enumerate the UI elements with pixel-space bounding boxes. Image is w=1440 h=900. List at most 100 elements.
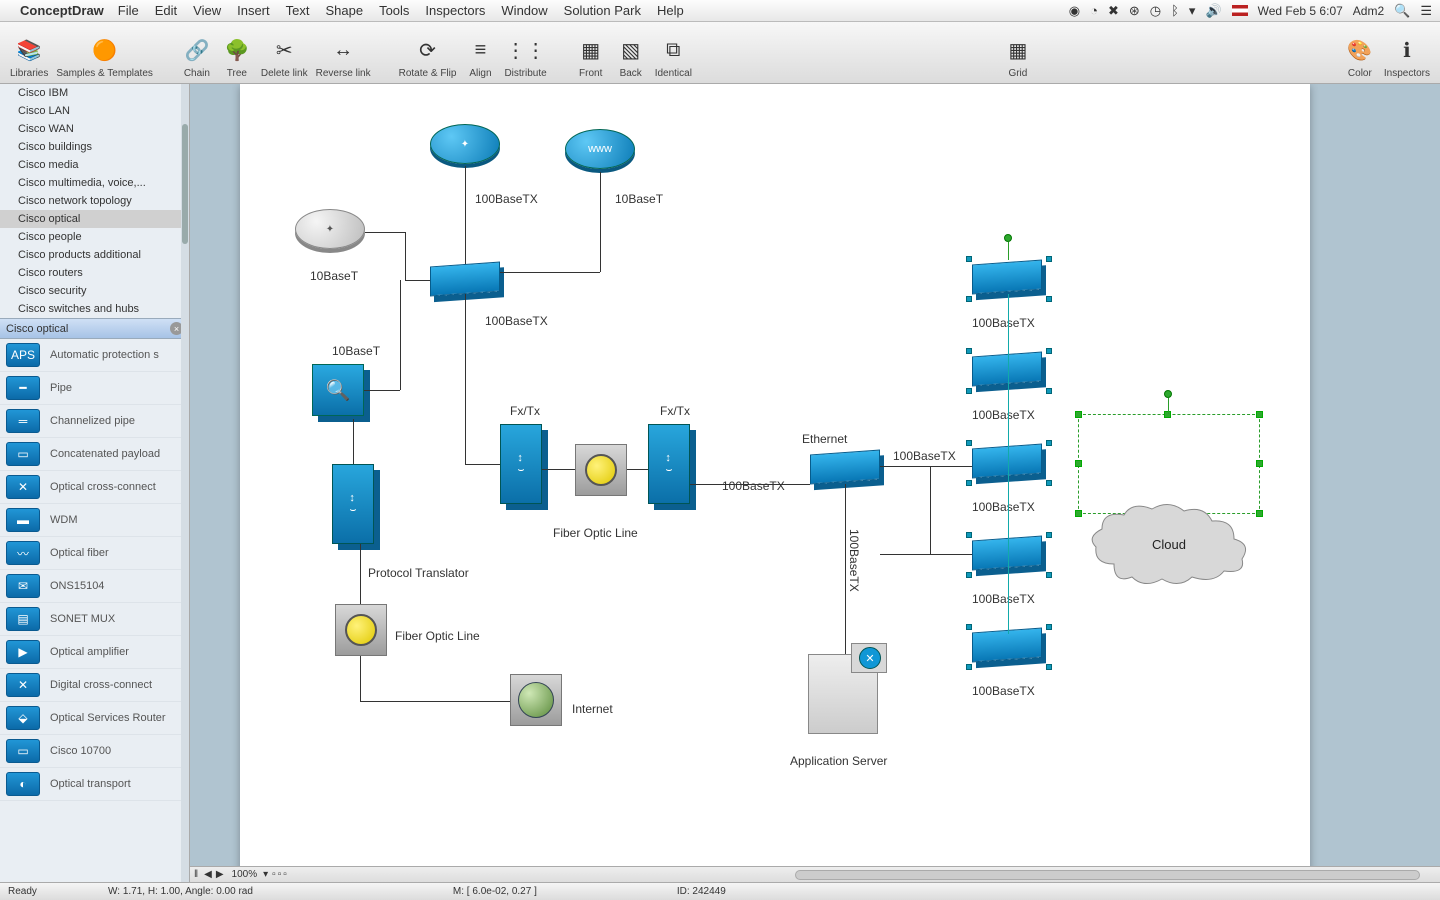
library-item[interactable]: Cisco media — [0, 156, 189, 174]
menu-text[interactable]: Text — [286, 3, 310, 18]
volume-icon[interactable]: 🔊 — [1205, 3, 1221, 19]
shape-item[interactable]: ━Pipe — [0, 372, 189, 405]
fiber-optic-shape[interactable] — [575, 444, 627, 496]
inspectors-button[interactable]: ℹInspectors — [1380, 32, 1434, 81]
library-item[interactable]: Cisco network topology — [0, 192, 189, 210]
spotlight-icon[interactable]: 🔍 — [1394, 3, 1410, 19]
shape-item[interactable]: ✉ONS15104 — [0, 570, 189, 603]
sidebar-scrollbar[interactable] — [181, 84, 189, 882]
status-icon[interactable]: ◔ — [1090, 3, 1098, 18]
fxtx-shape[interactable]: ↕⌣ — [648, 424, 690, 504]
grid-button[interactable]: ▦Grid — [998, 32, 1038, 81]
menu-shape[interactable]: Shape — [325, 3, 363, 18]
tree-button[interactable]: 🌳Tree — [217, 32, 257, 81]
fiber-optic-shape[interactable] — [335, 604, 387, 656]
status-icon[interactable]: ◉ — [1069, 3, 1080, 19]
zoom-level[interactable]: 100% — [226, 869, 264, 880]
distribute-button[interactable]: ⋮⋮Distribute — [500, 32, 550, 81]
status-icon[interactable]: ◷ — [1150, 3, 1161, 19]
switch-shape[interactable] — [430, 262, 500, 297]
router-gray-shape[interactable]: ✦ — [295, 209, 365, 249]
library-item[interactable]: Cisco security — [0, 282, 189, 300]
library-item[interactable]: Cisco WAN — [0, 120, 189, 138]
library-list[interactable]: Cisco IBM Cisco LAN Cisco WAN Cisco buil… — [0, 84, 189, 318]
shape-label: 100BaseTX — [972, 592, 1035, 606]
color-button[interactable]: 🎨Color — [1340, 32, 1380, 81]
menu-window[interactable]: Window — [501, 3, 547, 18]
cloud-shape[interactable]: Cloud — [1084, 499, 1254, 589]
library-item-selected[interactable]: Cisco optical — [0, 210, 189, 228]
application-server-shape[interactable]: ✕ — [808, 654, 878, 734]
wifi-icon[interactable]: ▾ — [1189, 3, 1196, 19]
status-icon[interactable]: ✖ — [1108, 3, 1119, 19]
protocol-translator-shape[interactable]: ↕⌣ — [332, 464, 374, 544]
identical-button[interactable]: ⧉Identical — [651, 32, 696, 81]
router-www-shape[interactable]: www — [565, 129, 635, 169]
menu-view[interactable]: View — [193, 3, 221, 18]
status-icon[interactable]: ⊛ — [1129, 3, 1140, 19]
shape-item[interactable]: ▤SONET MUX — [0, 603, 189, 636]
menubar: ConceptDraw File Edit View Insert Text S… — [0, 0, 1440, 22]
shape-item[interactable]: ▭Cisco 10700 — [0, 735, 189, 768]
notification-icon[interactable]: ☰ — [1420, 3, 1432, 19]
page[interactable]: ✦ 100BaseTX www 10BaseT ✦ 10BaseT 100Bas… — [240, 84, 1310, 882]
front-button[interactable]: ▦Front — [571, 32, 611, 81]
shape-item[interactable]: ✕Digital cross-connect — [0, 669, 189, 702]
shape-item[interactable]: APSAutomatic protection s — [0, 339, 189, 372]
shape-item[interactable]: ▭Concatenated payload — [0, 438, 189, 471]
menubar-datetime[interactable]: Wed Feb 5 6:07 — [1258, 4, 1343, 18]
menu-tools[interactable]: Tools — [379, 3, 409, 18]
switch-shape[interactable] — [972, 352, 1042, 387]
bluetooth-icon[interactable]: ᛒ — [1171, 3, 1179, 18]
shape-item[interactable]: 〰Optical fiber — [0, 537, 189, 570]
horizontal-scrollbar[interactable]: ‖ ◀▶ 100% ▾ ▫▫▫ — [190, 866, 1440, 882]
shape-item[interactable]: ═Channelized pipe — [0, 405, 189, 438]
reverse-link-button[interactable]: ↔Reverse link — [312, 32, 375, 81]
shape-item[interactable]: ▬WDM — [0, 504, 189, 537]
library-item[interactable]: Cisco multimedia, voice,... — [0, 174, 189, 192]
menu-inspectors[interactable]: Inspectors — [425, 3, 485, 18]
status-dimensions: W: 1.71, H: 1.00, Angle: 0.00 rad — [108, 886, 253, 897]
library-item[interactable]: Cisco buildings — [0, 138, 189, 156]
switch-shape[interactable] — [972, 260, 1042, 295]
menu-help[interactable]: Help — [657, 3, 684, 18]
shape-label: Fx/Tx — [660, 404, 690, 418]
library-item[interactable]: Cisco people — [0, 228, 189, 246]
menu-edit[interactable]: Edit — [155, 3, 177, 18]
delete-link-button[interactable]: ✂Delete link — [257, 32, 312, 81]
shape-list[interactable]: APSAutomatic protection s ━Pipe ═Channel… — [0, 339, 189, 882]
library-item[interactable]: Cisco products additional — [0, 246, 189, 264]
back-button[interactable]: ▧Back — [611, 32, 651, 81]
fxtx-shape[interactable]: ↕⌣ — [500, 424, 542, 504]
canvas-area[interactable]: ✦ 100BaseTX www 10BaseT ✦ 10BaseT 100Bas… — [190, 84, 1440, 882]
menubar-user[interactable]: Adm2 — [1353, 4, 1384, 18]
shape-item[interactable]: ◐Optical transport — [0, 768, 189, 801]
samples-button[interactable]: 🟠Samples & Templates — [52, 32, 157, 81]
menu-solution-park[interactable]: Solution Park — [564, 3, 641, 18]
menu-insert[interactable]: Insert — [237, 3, 270, 18]
host-shape[interactable]: 🔍 — [312, 364, 364, 416]
internet-shape[interactable] — [510, 674, 562, 726]
shape-label: 10BaseT — [310, 269, 358, 283]
chain-button[interactable]: 🔗Chain — [177, 32, 217, 81]
library-item[interactable]: Cisco switches and hubs — [0, 300, 189, 318]
shape-item[interactable]: ✕Optical cross-connect — [0, 471, 189, 504]
switch-shape[interactable] — [972, 444, 1042, 479]
shape-item[interactable]: ▶Optical amplifier — [0, 636, 189, 669]
shape-item[interactable]: ⬙Optical Services Router — [0, 702, 189, 735]
ethernet-switch-shape[interactable] — [810, 450, 880, 485]
switch-shape[interactable] — [972, 536, 1042, 571]
switch-shape[interactable] — [972, 628, 1042, 663]
router-shape[interactable]: ✦ — [430, 124, 500, 164]
menu-file[interactable]: File — [118, 3, 139, 18]
shape-icon: APS — [6, 343, 40, 367]
libraries-button[interactable]: 📚Libraries — [6, 32, 52, 81]
rotate-flip-button[interactable]: ⟳Rotate & Flip — [395, 32, 461, 81]
library-item[interactable]: Cisco IBM — [0, 84, 189, 102]
flag-icon[interactable] — [1232, 5, 1248, 16]
library-header[interactable]: Cisco optical × — [0, 318, 189, 339]
library-item[interactable]: Cisco routers — [0, 264, 189, 282]
library-item[interactable]: Cisco LAN — [0, 102, 189, 120]
app-name[interactable]: ConceptDraw — [20, 3, 104, 18]
align-button[interactable]: ≡Align — [460, 32, 500, 81]
